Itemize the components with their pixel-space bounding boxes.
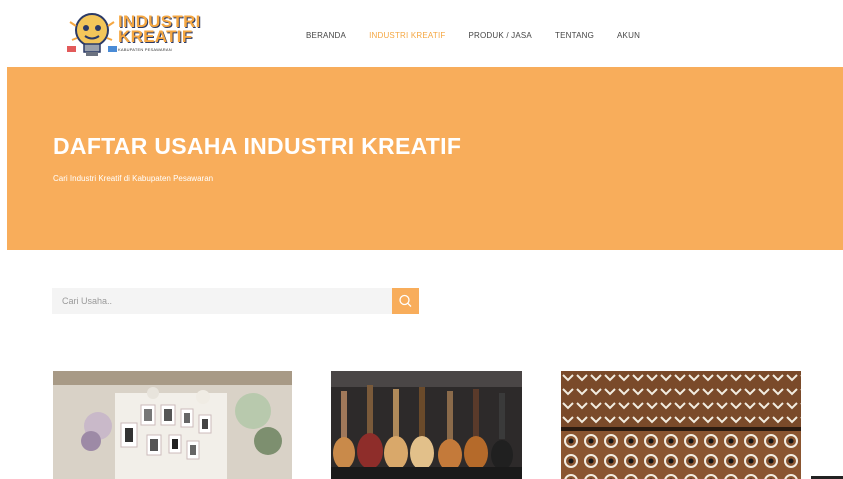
- lightbulb-mascot-icon: [67, 13, 117, 56]
- brand-wordmark: INDUSTRI KREATIF KABUPATEN PESAWARAN: [118, 13, 201, 52]
- nav-item-akun[interactable]: AKUN: [617, 31, 640, 40]
- business-card-image[interactable]: [561, 371, 801, 479]
- page-subtitle: Cari Industri Kreatif di Kabupaten Pesaw…: [53, 174, 214, 183]
- page-title: DAFTAR USAHA INDUSTRI KREATIF: [53, 133, 462, 159]
- search-bar: [52, 288, 419, 314]
- main-nav: BERANDA INDUSTRI KREATIF PRODUK / JASA T…: [306, 31, 663, 40]
- search-input[interactable]: [52, 288, 392, 314]
- business-card-image[interactable]: [53, 371, 292, 479]
- site-header: INDUSTRI KREATIF KABUPATEN PESAWARAN BER…: [0, 0, 843, 67]
- nav-item-tentang[interactable]: TENTANG: [555, 31, 594, 40]
- search-button[interactable]: [392, 288, 419, 314]
- hero-banner: DAFTAR USAHA INDUSTRI KREATIF Cari Indus…: [7, 67, 843, 250]
- tapis-fabric-image: [561, 371, 801, 479]
- guitar-shop-image: [331, 371, 522, 479]
- search-icon: [399, 294, 412, 307]
- brand-name-line2: KREATIF: [118, 27, 193, 46]
- brand-logo[interactable]: INDUSTRI KREATIF KABUPATEN PESAWARAN: [66, 8, 200, 62]
- nav-item-beranda[interactable]: BERANDA: [306, 31, 346, 40]
- brand-subtitle: KABUPATEN PESAWARAN: [118, 47, 172, 52]
- nav-item-industri-kreatif[interactable]: INDUSTRI KREATIF: [369, 31, 445, 40]
- nav-item-produk-jasa[interactable]: PRODUK / JASA: [468, 31, 532, 40]
- business-card-image[interactable]: [331, 371, 522, 479]
- photo-gallery-wall-image: [53, 371, 292, 479]
